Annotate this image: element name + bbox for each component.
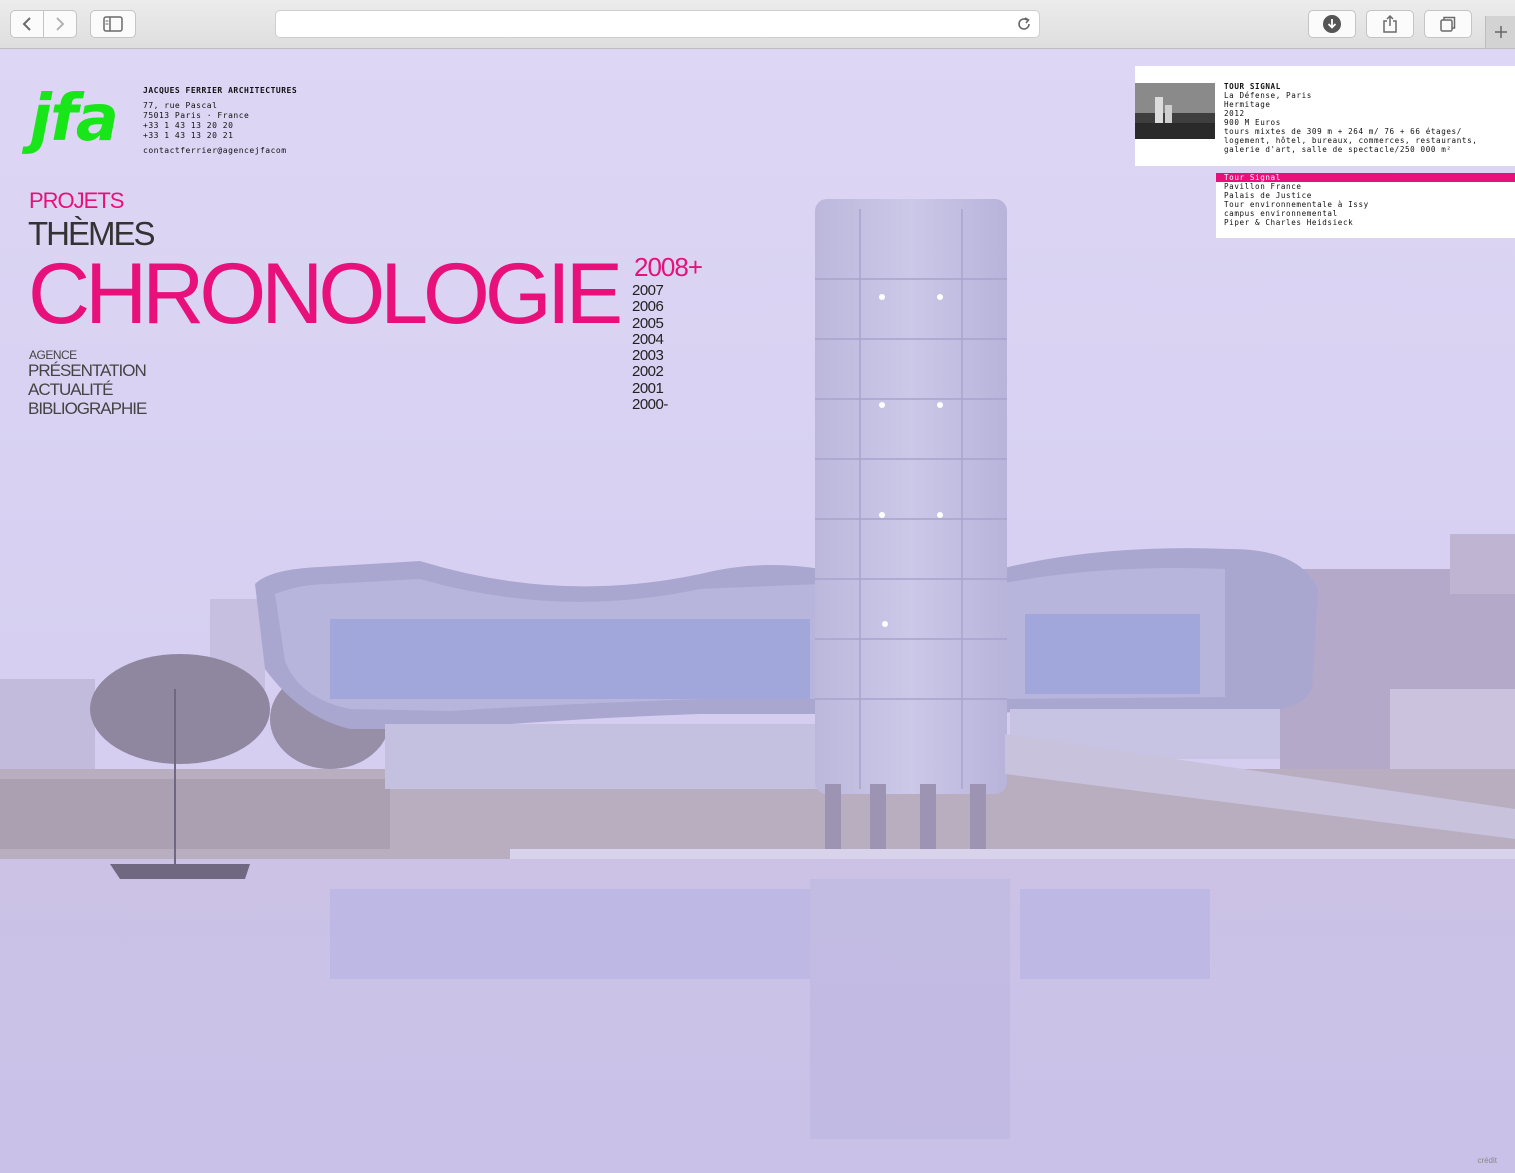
phone-1: +33 1 43 13 20 20: [143, 121, 234, 130]
reload-icon[interactable]: [1015, 15, 1033, 33]
sidebar-button[interactable]: [90, 10, 136, 38]
year-item[interactable]: 2007: [632, 282, 668, 299]
sidebar-icon: [103, 16, 123, 32]
year-item[interactable]: 2003: [632, 347, 668, 364]
year-list: 2007 2006 2005 2004 2003 2002 2001 2000-: [632, 282, 668, 413]
agence-heading: AGENCE: [29, 348, 77, 362]
address-line-2: 75013 Paris · France: [143, 111, 250, 120]
year-item[interactable]: 2002: [632, 364, 668, 381]
project-list: Tour Signal Pavillon France Palais de Ju…: [1216, 173, 1515, 238]
project-description: tours mixtes de 309 m + 264 m/ 76 + 66 é…: [1224, 127, 1462, 136]
project-client: Hermitage: [1224, 100, 1271, 109]
nav-presentation[interactable]: PRÉSENTATION: [28, 361, 147, 380]
year-current[interactable]: 2008+: [634, 254, 703, 280]
firm-contact-block: JACQUES FERRIER ARCHITECTURES 77, rue Pa…: [143, 86, 297, 156]
project-info-card: TOUR SIGNAL La Défense, Paris Hermitage …: [1135, 66, 1515, 166]
year-item[interactable]: 2004: [632, 331, 668, 348]
agence-links: PRÉSENTATION ACTUALITÉ BIBLIOGRAPHIE: [28, 361, 147, 418]
page-content: jfa JACQUES FERRIER ARCHITECTURES 77, ru…: [0, 49, 1515, 1173]
project-description: galerie d'art, salle de spectacle/250 00…: [1224, 145, 1452, 154]
jfa-logo[interactable]: jfa: [30, 87, 119, 151]
nav-bibliographie[interactable]: BIBLIOGRAPHIE: [28, 399, 147, 418]
project-thumbnail[interactable]: [1135, 83, 1215, 139]
share-button[interactable]: [1366, 10, 1414, 38]
project-details: TOUR SIGNAL La Défense, Paris Hermitage …: [1224, 82, 1477, 154]
project-description: logement, hôtel, bureaux, commerces, res…: [1224, 136, 1478, 145]
share-icon: [1383, 14, 1397, 33]
project-list-item[interactable]: Pavillon France: [1216, 182, 1515, 191]
photo-credit-link[interactable]: crédit: [1477, 1156, 1497, 1165]
chevron-left-icon: [22, 17, 31, 31]
project-list-item[interactable]: Piper & Charles Heidsieck: [1216, 218, 1515, 227]
address-line-1: 77, rue Pascal: [143, 101, 218, 110]
address-bar[interactable]: [275, 10, 1040, 38]
forward-button[interactable]: [43, 10, 77, 38]
tabs-icon: [1440, 16, 1456, 32]
project-year: 2012: [1224, 109, 1245, 118]
project-budget: 900 M Euros: [1224, 118, 1281, 127]
firm-name: JACQUES FERRIER ARCHITECTURES: [143, 86, 298, 95]
phone-2: +33 1 43 13 20 21: [143, 131, 234, 140]
year-item[interactable]: 2006: [632, 298, 668, 315]
nav-actualite[interactable]: ACTUALITÉ: [28, 380, 146, 399]
project-list-item[interactable]: Palais de Justice: [1216, 191, 1515, 200]
project-location: La Défense, Paris: [1224, 91, 1312, 100]
project-list-item[interactable]: Tour environnementale à Issy: [1216, 200, 1515, 209]
download-icon: [1323, 15, 1341, 33]
chevron-right-icon: [56, 17, 65, 31]
project-title: TOUR SIGNAL: [1224, 82, 1281, 91]
plus-icon: [1495, 26, 1507, 38]
browser-toolbar: [0, 0, 1515, 49]
project-list-item-active[interactable]: Tour Signal: [1216, 173, 1515, 182]
nav-projets[interactable]: PROJETS: [29, 190, 124, 212]
back-button[interactable]: [10, 10, 44, 38]
downloads-button[interactable]: [1308, 10, 1356, 38]
year-item[interactable]: 2001: [632, 380, 668, 397]
nav-chronologie[interactable]: CHRONOLOGIE: [28, 251, 623, 337]
year-item[interactable]: 2005: [632, 315, 668, 332]
tabs-button[interactable]: [1424, 10, 1472, 38]
year-item[interactable]: 2000-: [632, 396, 668, 413]
project-list-item[interactable]: campus environnemental: [1216, 209, 1515, 218]
email-link[interactable]: contactferrier@agencejfacom: [143, 146, 297, 156]
new-tab-button[interactable]: [1485, 16, 1515, 48]
